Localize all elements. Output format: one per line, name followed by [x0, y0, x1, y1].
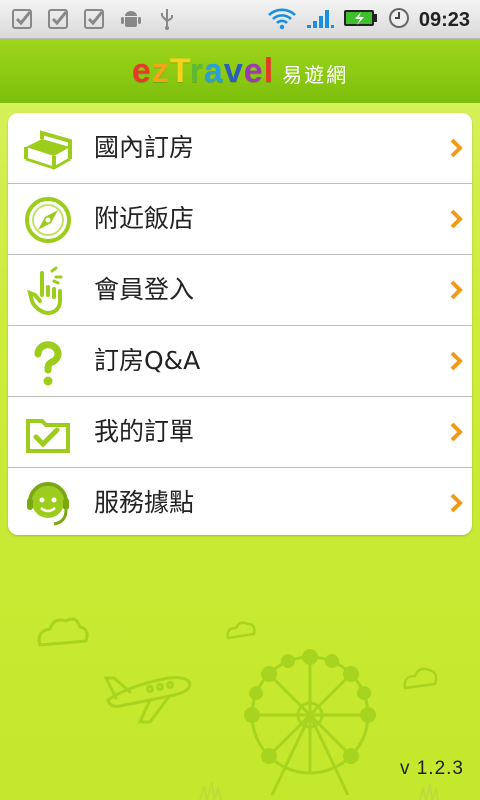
ferris-wheel-icon [244, 649, 376, 796]
menu-item-label: 我的訂單 [94, 417, 195, 446]
hand-tap-icon [22, 265, 74, 317]
notification-icons [10, 6, 180, 32]
menu-item-label: 會員登入 [94, 275, 195, 304]
folder-check-icon [22, 407, 74, 459]
cloud-icon [403, 667, 438, 690]
airplane-icon [103, 676, 192, 724]
app-logo: ezTravel 易遊網 [132, 52, 348, 91]
logo-letter: e [243, 51, 264, 90]
clock-time: 09:23 [418, 8, 470, 31]
alarm-clock-icon [387, 6, 411, 34]
battery-charging-icon [343, 8, 379, 32]
app-header: ezTravel 易遊網 [0, 39, 480, 103]
menu-item-booking-qa[interactable]: 訂房Q&A [8, 326, 472, 397]
menu-item-label: 訂房Q&A [94, 346, 201, 375]
bed-icon [22, 123, 74, 175]
menu-item-label: 服務據點 [94, 488, 195, 517]
chevron-right-icon [448, 349, 464, 373]
android-icon [118, 6, 144, 32]
checkbox-icon [10, 6, 36, 32]
menu-item-my-orders[interactable]: 我的訂單 [8, 397, 472, 468]
grass-icon [199, 781, 439, 800]
cloud-icon [37, 617, 89, 647]
logo-letter: T [169, 51, 190, 90]
compass-icon [22, 194, 74, 246]
checkbox-icon [82, 6, 108, 32]
checkbox-icon [46, 6, 72, 32]
menu-item-member-login[interactable]: 會員登入 [8, 255, 472, 326]
logo-letter: v [223, 51, 244, 90]
app-version: v 1.2.3 [399, 758, 464, 779]
chevron-right-icon [448, 136, 464, 160]
status-bar: 09:23 [0, 0, 480, 39]
menu-item-label: 國內訂房 [94, 133, 195, 162]
system-icons: 09:23 [267, 6, 470, 34]
menu-item-service-locations[interactable]: 服務據點 [8, 468, 472, 535]
chevron-right-icon [448, 491, 464, 515]
signal-icon [305, 6, 335, 34]
logo-letter: l [263, 51, 275, 90]
logo-text: ezTravel [132, 52, 274, 91]
usb-icon [154, 6, 180, 32]
main-menu: 國內訂房 附近飯店 會員登入 訂房Q&A 我的訂單 服務據點 [8, 113, 472, 535]
chevron-right-icon [448, 278, 464, 302]
logo-letter: e [131, 51, 152, 90]
logo-letter: r [189, 51, 204, 90]
chevron-right-icon [448, 207, 464, 231]
wifi-icon [267, 6, 297, 34]
headset-agent-icon [22, 478, 74, 530]
chevron-right-icon [448, 420, 464, 444]
cloud-icon [226, 621, 256, 640]
logo-subtitle: 易遊網 [282, 62, 349, 87]
menu-item-label: 附近飯店 [94, 204, 195, 233]
logo-letter: a [203, 51, 224, 90]
menu-item-nearby-hotels[interactable]: 附近飯店 [8, 184, 472, 255]
logo-letter: z [151, 51, 170, 90]
question-icon [22, 336, 74, 388]
menu-item-domestic-booking[interactable]: 國內訂房 [8, 113, 472, 184]
